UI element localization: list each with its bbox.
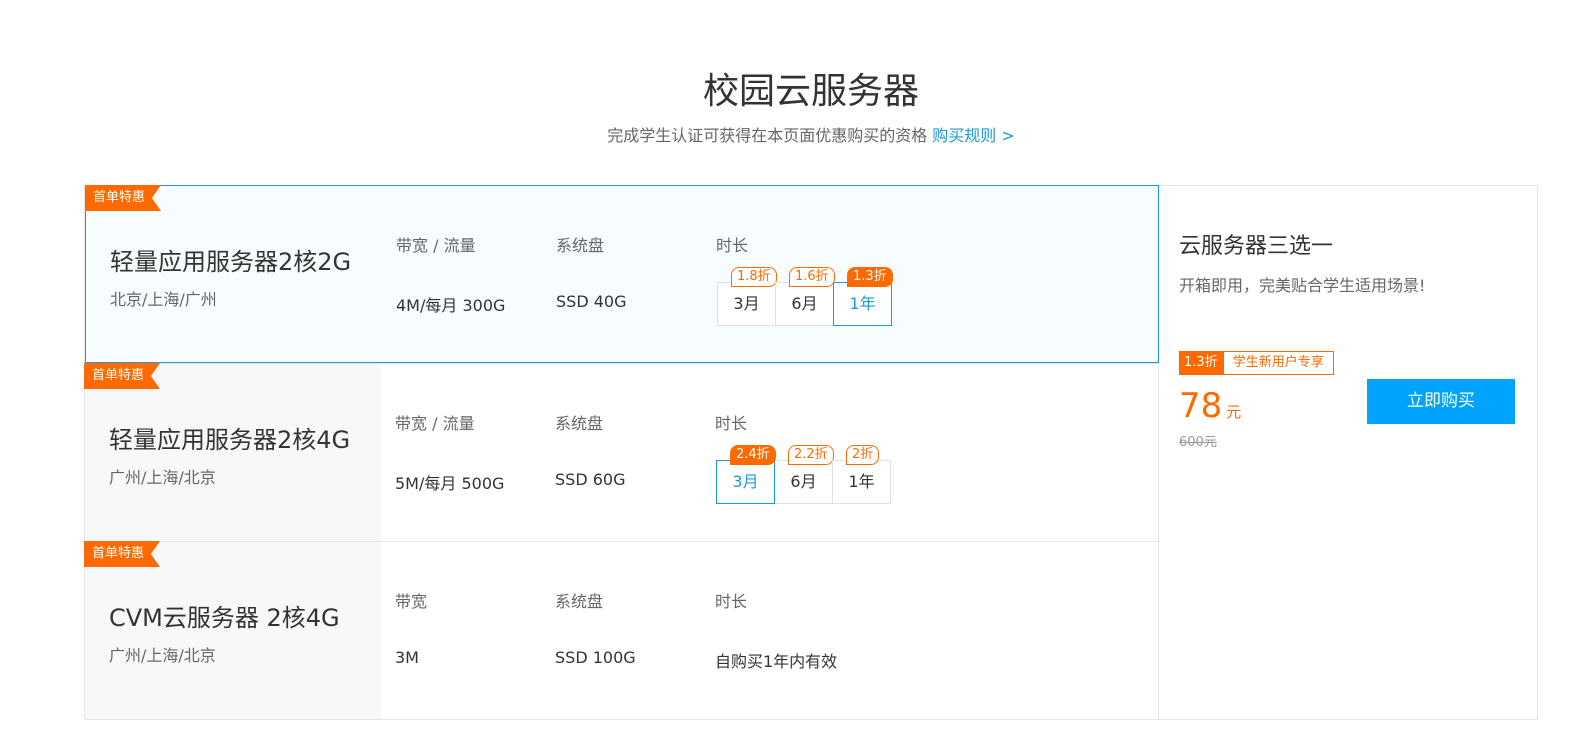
bandwidth-value: 5M/每月 500G bbox=[395, 474, 505, 493]
discount-tag: 2.2折 bbox=[788, 445, 834, 465]
plan-card-lighthouse-2c2g[interactable]: 首单特惠 轻量应用服务器2核2G 北京/上海/广州 带宽 / 流量 4M/每月 … bbox=[85, 185, 1159, 363]
disk-label: 系统盘 bbox=[555, 414, 604, 433]
plan-regions: 广州/上海/北京 bbox=[109, 468, 216, 487]
disk-value: SSD 100G bbox=[555, 648, 636, 667]
plan-name: 轻量应用服务器2核2G bbox=[110, 248, 352, 276]
buy-now-button[interactable]: 立即购买 bbox=[1367, 379, 1515, 424]
first-order-badge: 首单特惠 bbox=[84, 541, 161, 567]
offer-tags: 1.3折 学生新用户专享 bbox=[1179, 351, 1334, 375]
plan-regions: 广州/上海/北京 bbox=[109, 646, 216, 665]
discount-tag: 2折 bbox=[846, 445, 880, 465]
duration-label: 时长 bbox=[715, 414, 748, 433]
bandwidth-label: 带宽 bbox=[395, 592, 428, 611]
disk-label: 系统盘 bbox=[555, 592, 604, 611]
duration-option-3m[interactable]: 2.4折 3月 bbox=[716, 445, 776, 504]
duration-option-3m[interactable]: 1.8折 3月 bbox=[717, 267, 777, 326]
disk-label: 系统盘 bbox=[556, 236, 605, 255]
bandwidth-label: 带宽 / 流量 bbox=[395, 414, 475, 433]
current-price: 78 元 bbox=[1179, 386, 1241, 426]
duration-option-6m[interactable]: 1.6折 6月 bbox=[775, 267, 835, 326]
bandwidth-label: 带宽 / 流量 bbox=[396, 236, 476, 255]
plan-regions: 北京/上海/广州 bbox=[110, 290, 217, 309]
duration-option-6m[interactable]: 2.2折 6月 bbox=[774, 445, 834, 504]
purchase-panel: 云服务器三选一 开箱即用，完美贴合学生适用场景! 1.3折 学生新用户专享 78… bbox=[1158, 185, 1538, 720]
duration-value: 自购买1年内有效 bbox=[715, 652, 838, 671]
panel-title: 云服务器三选一 bbox=[1179, 234, 1334, 259]
page-subtitle: 完成学生认证可获得在本页面优惠购买的资格 购买规则 > bbox=[0, 122, 1591, 146]
duration-option-1y[interactable]: 2折 1年 bbox=[832, 445, 891, 504]
discount-badge: 1.3折 bbox=[1179, 351, 1223, 375]
duration-label: 时长 bbox=[716, 236, 749, 255]
disk-value: SSD 40G bbox=[556, 292, 627, 311]
discount-tag: 1.8折 bbox=[731, 267, 777, 287]
price-unit: 元 bbox=[1226, 403, 1242, 421]
bandwidth-value: 3M bbox=[395, 648, 419, 667]
panel-description: 开箱即用，完美贴合学生适用场景! bbox=[1179, 276, 1426, 295]
page-title: 校园云服务器 bbox=[702, 71, 919, 112]
duration-selector: 1.8折 3月 1.6折 6月 1.3折 1年 bbox=[717, 267, 893, 326]
duration-selector: 2.4折 3月 2.2折 6月 2折 1年 bbox=[716, 445, 891, 504]
discount-tag: 1.3折 bbox=[847, 267, 893, 287]
plan-list: 首单特惠 轻量应用服务器2核2G 北京/上海/广州 带宽 / 流量 4M/每月 … bbox=[84, 185, 1159, 720]
subtitle-text: 完成学生认证可获得在本页面优惠购买的资格 bbox=[607, 126, 928, 145]
first-order-badge: 首单特惠 bbox=[85, 185, 162, 211]
purchase-rules-link[interactable]: 购买规则 > bbox=[932, 126, 1015, 145]
bandwidth-value: 4M/每月 300G bbox=[396, 296, 506, 315]
discount-tag: 2.4折 bbox=[730, 445, 776, 465]
plan-card-lighthouse-2c4g[interactable]: 首单特惠 轻量应用服务器2核4G 广州/上海/北京 带宽 / 流量 5M/每月 … bbox=[84, 363, 1159, 541]
plan-name: 轻量应用服务器2核4G bbox=[109, 426, 351, 454]
discount-tag: 1.6折 bbox=[789, 267, 835, 287]
first-order-badge: 首单特惠 bbox=[84, 363, 161, 389]
duration-label: 时长 bbox=[715, 592, 748, 611]
duration-option-1y[interactable]: 1.3折 1年 bbox=[833, 267, 893, 326]
plan-name: CVM云服务器 2核4G bbox=[109, 604, 340, 632]
plan-card-cvm-2c4g[interactable]: 首单特惠 CVM云服务器 2核4G 广州/上海/北京 带宽 3M 系统盘 SSD… bbox=[84, 541, 1159, 719]
disk-value: SSD 60G bbox=[555, 470, 626, 489]
new-user-badge: 学生新用户专享 bbox=[1222, 351, 1334, 375]
original-price: 600元 bbox=[1179, 435, 1217, 450]
price-amount: 78 bbox=[1179, 386, 1223, 426]
